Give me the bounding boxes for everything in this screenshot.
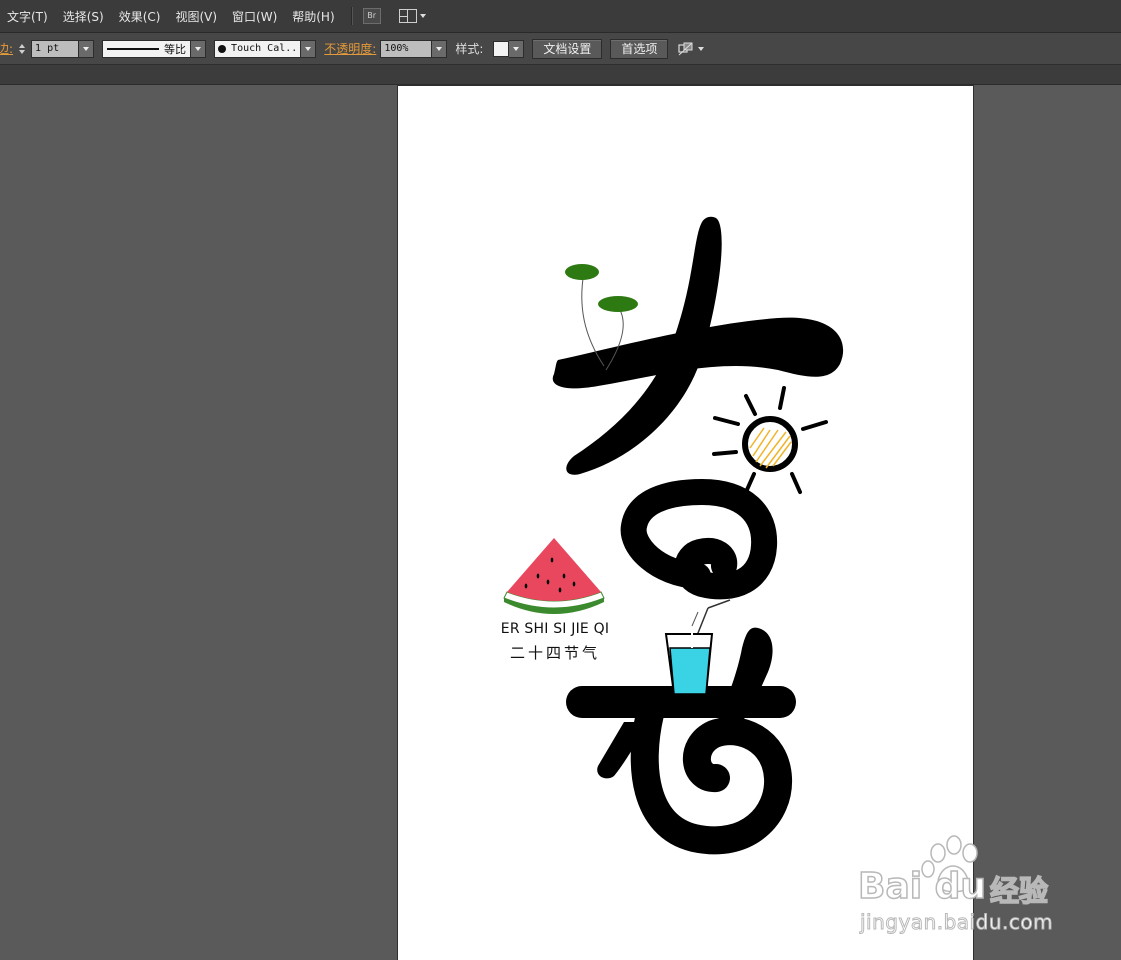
sun-icon xyxy=(712,386,828,494)
brush-definition[interactable]: Touch Cal.. xyxy=(214,39,302,58)
artwork xyxy=(503,216,844,855)
stroke-label[interactable]: 边: xyxy=(0,40,13,57)
variable-width-dropdown[interactable] xyxy=(191,39,207,58)
chevron-down-icon xyxy=(305,46,312,51)
glyph-shu-top-spiral xyxy=(620,478,778,600)
stroke-profile-preview xyxy=(107,47,160,50)
chevron-down-icon xyxy=(195,46,202,51)
menu-select[interactable]: 选择(S) xyxy=(56,8,112,25)
brush-dot-icon xyxy=(218,44,227,53)
isolate-object-button[interactable] xyxy=(678,42,705,56)
variable-width-profile[interactable]: 等比 xyxy=(102,39,192,58)
brush-name: Touch Cal.. xyxy=(231,43,298,54)
brush-dropdown[interactable] xyxy=(301,39,317,58)
graphic-style-swatch[interactable] xyxy=(493,40,510,57)
artboard[interactable]: ER SHI SI JIE QI 二十四节气 xyxy=(398,86,973,960)
menu-effect[interactable]: 效果(C) xyxy=(112,8,169,25)
stepper-down-icon xyxy=(19,49,26,54)
arrange-documents-button[interactable] xyxy=(398,9,426,23)
variable-width-profile-label: 等比 xyxy=(164,42,187,56)
menu-help[interactable]: 帮助(H) xyxy=(285,8,342,25)
isolate-object-icon xyxy=(678,42,693,55)
document-setup-button[interactable]: 文档设置 xyxy=(532,38,603,59)
stroke-weight-dropdown[interactable] xyxy=(79,39,95,58)
opacity-label[interactable]: 不透明度: xyxy=(324,40,376,57)
chevron-down-icon xyxy=(83,46,90,51)
menu-view[interactable]: 视图(V) xyxy=(168,8,225,25)
chevron-down-icon xyxy=(698,46,705,51)
stroke-weight-stepper[interactable] xyxy=(19,41,29,57)
watermelon-icon xyxy=(503,538,605,614)
watermark-brand: 经验 xyxy=(989,873,1049,909)
opacity-dropdown[interactable] xyxy=(432,39,448,58)
control-bar: 边: 1 pt 等比 Touch Cal.. 不透明度: 100% 样式: 文档… xyxy=(0,33,1121,65)
chevron-down-icon xyxy=(436,46,443,51)
stepper-up-icon xyxy=(19,43,26,48)
glyph-shu-bottom-spiral xyxy=(630,700,793,855)
bridge-icon[interactable]: Br xyxy=(362,8,381,24)
watermark-url: jingyan.baidu.com xyxy=(859,910,1054,935)
preferences-button[interactable]: 首选项 xyxy=(610,38,669,59)
style-label: 样式: xyxy=(455,42,484,56)
document-tab-strip xyxy=(0,65,1121,85)
menu-bar: 文字(T) 选择(S) 效果(C) 视图(V) 窗口(W) 帮助(H) Br xyxy=(0,0,1121,33)
menu-separator xyxy=(350,7,353,25)
caption-english: ER SHI SI JIE QI xyxy=(500,621,610,637)
leaf-icon xyxy=(598,296,638,312)
menu-window[interactable]: 窗口(W) xyxy=(225,8,285,25)
caption-chinese: 二十四节气 xyxy=(509,644,600,662)
menu-type[interactable]: 文字(T) xyxy=(0,8,56,25)
leaf-icon xyxy=(565,264,599,280)
chevron-down-icon xyxy=(513,46,520,51)
watermark-logo: Bai du xyxy=(857,865,987,908)
chevron-down-icon xyxy=(419,14,426,18)
drink-cup-icon xyxy=(664,599,731,695)
graphic-style-dropdown[interactable] xyxy=(509,39,525,58)
stroke-weight-field[interactable]: 1 pt xyxy=(31,39,80,58)
arrange-documents-icon xyxy=(398,9,417,23)
opacity-field[interactable]: 100% xyxy=(380,39,433,58)
